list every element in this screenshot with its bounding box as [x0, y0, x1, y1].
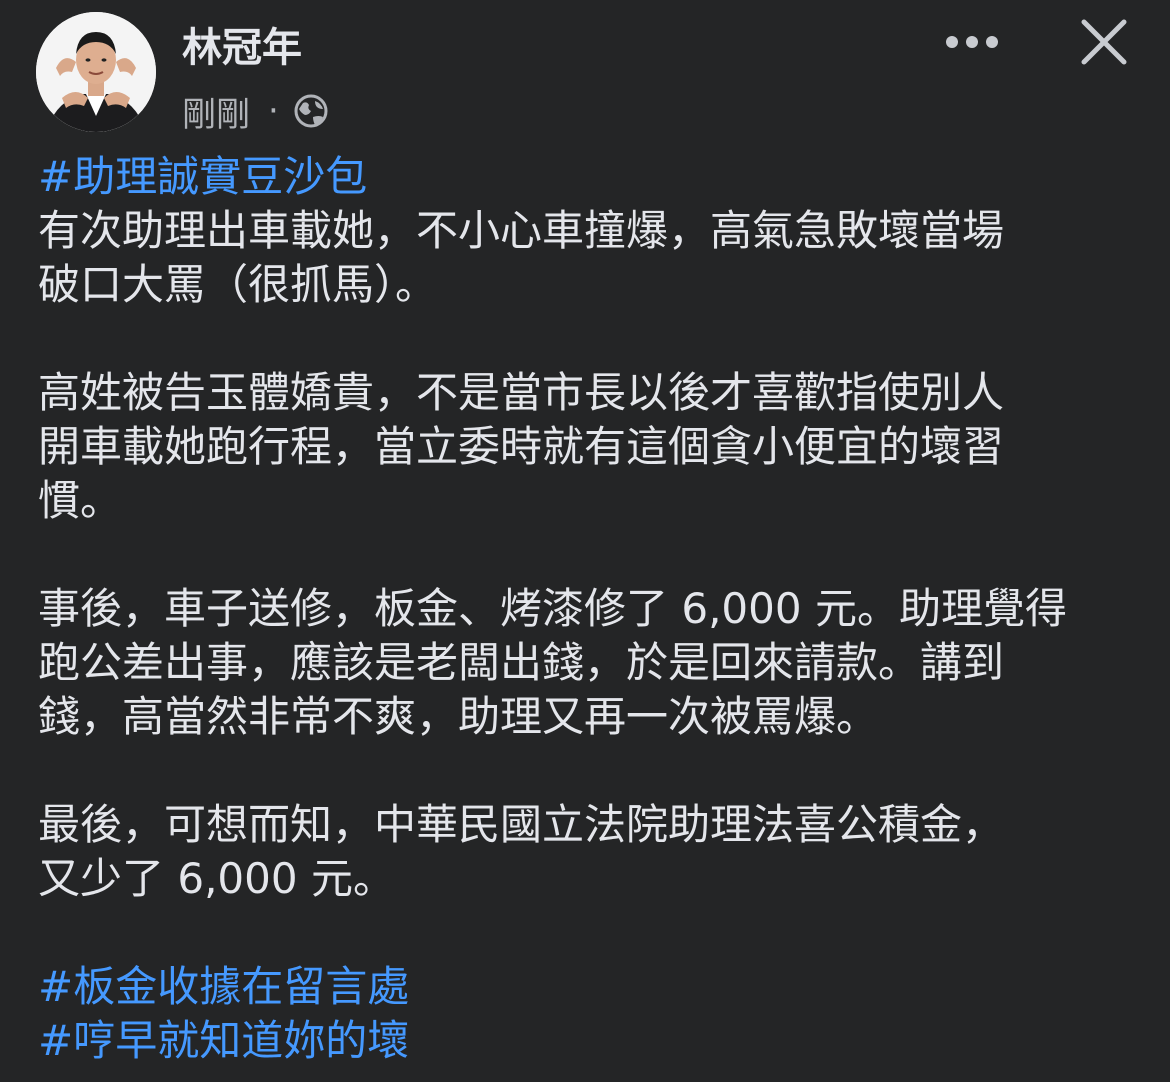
- globe-icon[interactable]: [293, 93, 329, 129]
- post-header: 林冠年 剛剛 ·: [0, 0, 1170, 150]
- facebook-post: 林冠年 剛剛 · #助理誠實豆沙包 有次助理出車載她，不小心車撞爆，高氣急敗壞當…: [0, 0, 1170, 1082]
- post-text-line: 有次助理出車載她，不小心車撞爆，高氣急敗壞當場: [38, 206, 1005, 255]
- meta-separator: ·: [268, 91, 279, 131]
- post-timestamp[interactable]: 剛剛: [182, 87, 250, 136]
- author-avatar[interactable]: [36, 12, 156, 132]
- post-text-line: 最後，可想而知，中華民國立法院助理法喜公積金，: [38, 800, 1005, 849]
- more-options-button[interactable]: [936, 16, 1008, 68]
- hashtag-link[interactable]: #板金收據在留言處: [38, 962, 409, 1011]
- post-text-line: 又少了 6,000 元。: [38, 854, 395, 903]
- post-body: #助理誠實豆沙包 有次助理出車載她，不小心車撞爆，高氣急敗壞當場 破口大罵（很抓…: [38, 150, 1138, 1068]
- post-meta: 剛剛 ·: [182, 87, 329, 136]
- close-icon: [1081, 19, 1127, 65]
- post-text-line: 慣。: [38, 476, 123, 525]
- more-horizontal-icon: [946, 36, 998, 48]
- post-text-line: 高姓被告玉體嬌貴，不是當市長以後才喜歡指使別人: [38, 368, 1005, 417]
- close-button[interactable]: [1072, 10, 1136, 74]
- post-text-line: 跑公差出事，應該是老闆出錢，於是回來請款。講到: [38, 638, 1005, 687]
- author-name[interactable]: 林冠年: [182, 22, 302, 74]
- author-portrait-image: [36, 12, 156, 132]
- hashtag-link[interactable]: #哼早就知道妳的壞: [38, 1016, 409, 1065]
- post-text-line: 開車載她跑行程，當立委時就有這個貪小便宜的壞習: [38, 422, 1005, 471]
- post-text-line: 事後，車子送修，板金、烤漆修了 6,000 元。助理覺得: [38, 584, 1067, 633]
- hashtag-link[interactable]: #助理誠實豆沙包: [38, 152, 367, 201]
- post-text-line: 破口大罵（很抓馬）。: [38, 260, 438, 309]
- post-text-line: 錢，高當然非常不爽，助理又再一次被罵爆。: [38, 692, 879, 741]
